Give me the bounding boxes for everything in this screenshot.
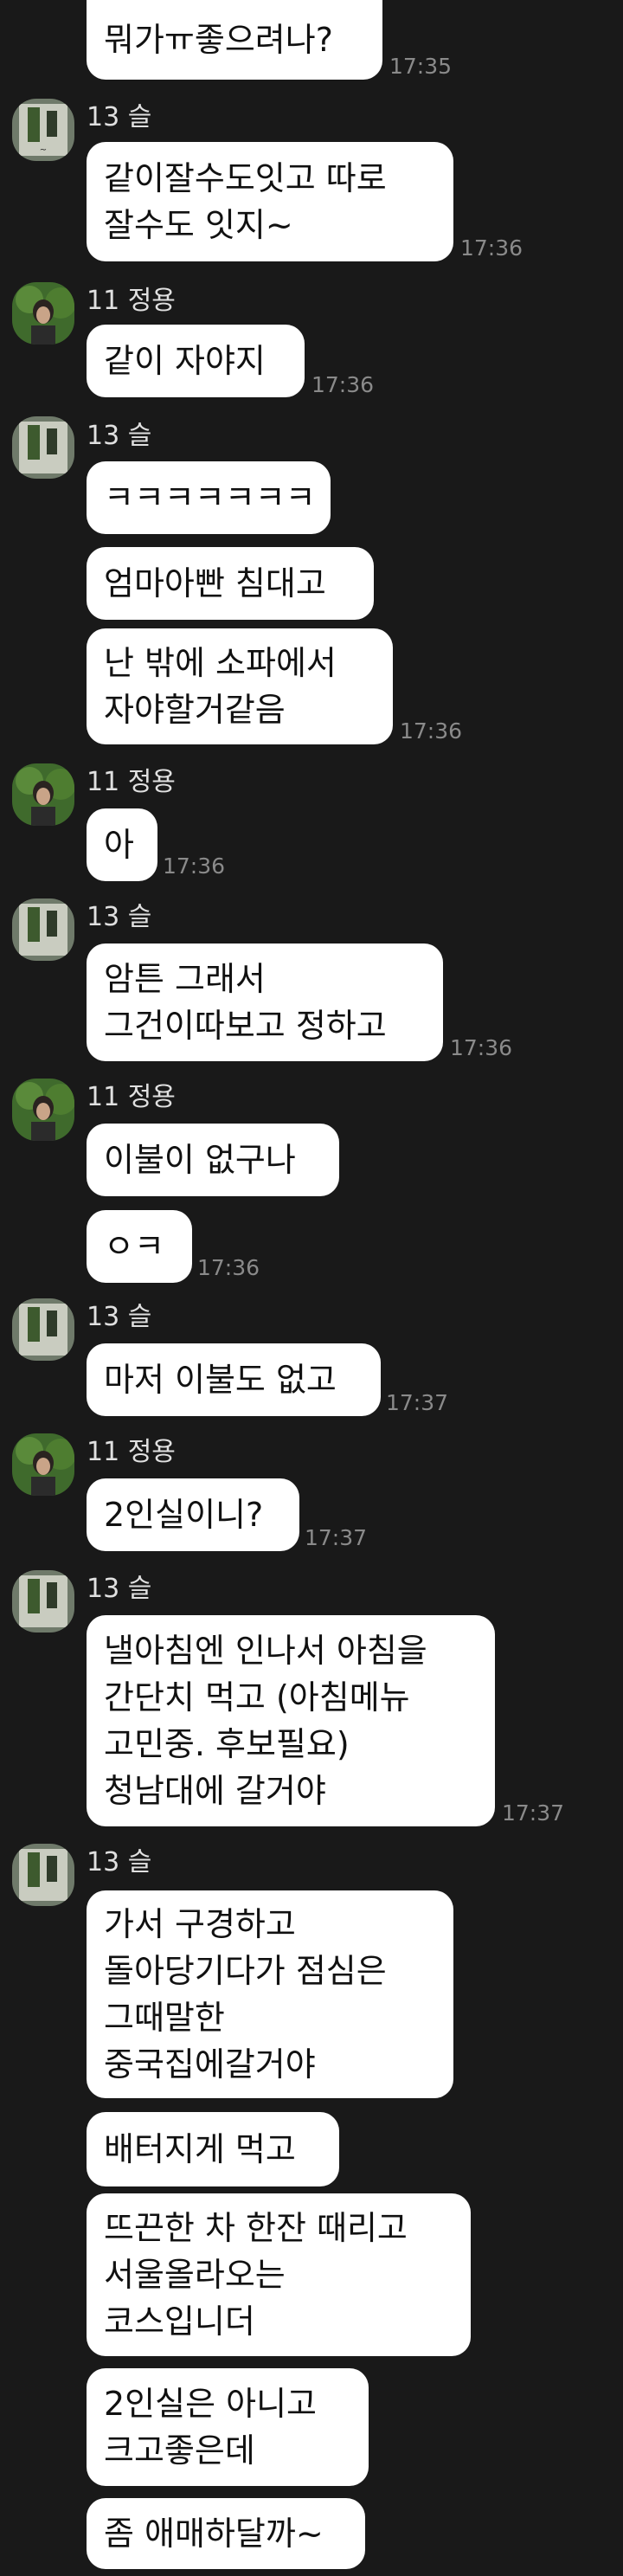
message-time: 17:36 — [460, 235, 523, 261]
sender-name: 11 정용 — [87, 286, 176, 316]
avatar[interactable]: ~ — [12, 99, 74, 161]
message-bubble[interactable]: 2인실은 아니고 크고좋은데 — [87, 2368, 369, 2486]
message-bubble[interactable]: 암튼 그래서 그건이따보고 정하고 — [87, 943, 443, 1061]
profile-photo-icon — [12, 763, 74, 826]
profile-photo-icon — [12, 1079, 74, 1141]
sender-name: 11 정용 — [87, 1082, 176, 1112]
message-time: 17:36 — [450, 1035, 513, 1060]
message-bubble[interactable]: 뜨끈한 차 한잔 때리고 서울올라오는 코스입니더 — [87, 2193, 471, 2356]
sender-name: 13 슬 — [87, 421, 152, 451]
avatar[interactable] — [12, 1079, 74, 1141]
message-bubble[interactable]: 같이잘수도잇고 따로 잘수도 잇지~ — [87, 142, 453, 261]
sender-name: 11 정용 — [87, 767, 176, 797]
message-bubble[interactable]: 뭐가ㅠ좋으려나? — [87, 0, 382, 80]
profile-photo-icon: ~ — [12, 99, 74, 161]
message-time: 17:36 — [163, 853, 226, 879]
profile-photo-icon — [12, 416, 74, 479]
message-bubble[interactable]: ㅋㅋㅋㅋㅋㅋㅋ — [87, 461, 331, 534]
message-bubble[interactable]: 낼아침엔 인나서 아침을 간단치 먹고 (아침메뉴 고민중. 후보필요) 청남대… — [87, 1615, 495, 1826]
message-bubble[interactable]: 배터지게 먹고 — [87, 2112, 339, 2186]
message-bubble[interactable]: 같이 자야지 — [87, 325, 305, 397]
message-time: 17:35 — [389, 54, 453, 79]
sender-name: 13 슬 — [87, 1574, 152, 1604]
message-bubble[interactable]: 엄마아빤 침대고 — [87, 547, 374, 620]
sender-name: 13 슬 — [87, 1847, 152, 1877]
message-bubble[interactable]: 가서 구경하고 돌아당기다가 점심은 그때말한 중국집에갈거야 — [87, 1890, 453, 2098]
message-time: 17:36 — [197, 1255, 260, 1280]
avatar[interactable] — [12, 416, 74, 479]
profile-photo-icon — [12, 1298, 74, 1361]
message-bubble[interactable]: 이불이 없구나 — [87, 1124, 339, 1196]
profile-photo-icon — [12, 898, 74, 961]
chat-room: 뭐가ㅠ좋으려나? 17:35 ~ 13 슬 같이잘수도잇고 따로 잘수도 잇지~… — [0, 0, 623, 2576]
sender-name: 13 슬 — [87, 902, 152, 932]
avatar[interactable] — [12, 1570, 74, 1633]
message-time: 17:36 — [312, 372, 375, 397]
message-bubble[interactable]: 난 밖에 소파에서 자야할거같음 — [87, 628, 393, 744]
profile-photo-icon — [12, 1570, 74, 1633]
message-bubble[interactable]: 아 — [87, 808, 157, 881]
message-time: 17:37 — [386, 1390, 449, 1415]
sender-name: 13 슬 — [87, 102, 152, 132]
sender-name: 11 정용 — [87, 1437, 176, 1467]
sender-name: 13 슬 — [87, 1302, 152, 1332]
message-time: 17:37 — [502, 1800, 565, 1826]
profile-photo-icon — [12, 1844, 74, 1906]
message-bubble[interactable]: 마저 이불도 없고 — [87, 1343, 381, 1416]
message-bubble[interactable]: ㅇㅋ — [87, 1210, 192, 1283]
message-time: 17:36 — [400, 718, 463, 744]
profile-photo-icon — [12, 282, 74, 345]
profile-photo-icon — [12, 1433, 74, 1496]
avatar[interactable] — [12, 1844, 74, 1906]
avatar[interactable] — [12, 1298, 74, 1361]
avatar[interactable] — [12, 763, 74, 826]
avatar[interactable] — [12, 282, 74, 345]
avatar[interactable] — [12, 1433, 74, 1496]
message-bubble[interactable]: 2인실이니? — [87, 1478, 299, 1551]
avatar[interactable] — [12, 898, 74, 961]
message-time: 17:37 — [305, 1525, 368, 1550]
svg-text:~: ~ — [40, 145, 47, 155]
message-bubble[interactable]: 좀 애매하달까~ — [87, 2498, 365, 2569]
